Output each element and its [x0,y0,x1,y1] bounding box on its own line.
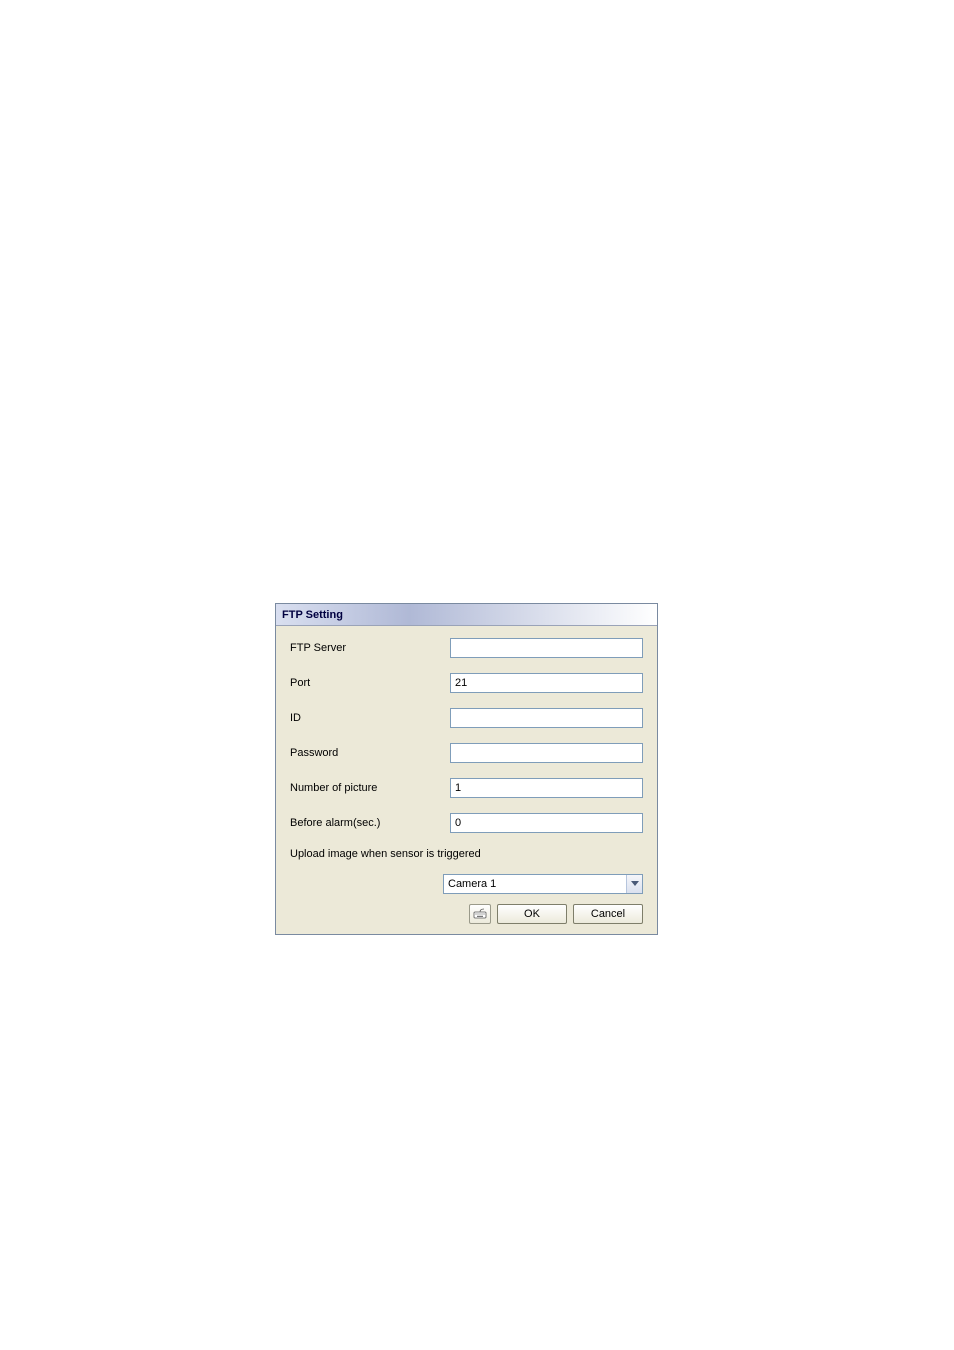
dialog-title: FTP Setting [282,609,343,621]
dialog-button-row: OK Cancel [290,904,643,924]
password-row: Password [290,743,643,763]
keyboard-icon [473,907,487,922]
camera-select-value: Camera 1 [444,878,626,890]
camera-select[interactable]: Camera 1 [443,874,643,894]
id-label: ID [290,712,450,724]
chevron-down-icon [626,875,642,893]
port-row: Port [290,673,643,693]
number-of-picture-input[interactable] [450,778,643,798]
ftp-setting-dialog: FTP Setting FTP Server Port ID Password … [275,603,658,935]
ftp-server-row: FTP Server [290,638,643,658]
port-label: Port [290,677,450,689]
before-alarm-label: Before alarm(sec.) [290,817,450,829]
upload-image-label: Upload image when sensor is triggered [290,848,643,860]
id-row: ID [290,708,643,728]
port-input[interactable] [450,673,643,693]
dialog-titlebar: FTP Setting [276,604,657,626]
number-of-picture-label: Number of picture [290,782,450,794]
password-label: Password [290,747,450,759]
keyboard-button[interactable] [469,904,491,924]
number-of-picture-row: Number of picture [290,778,643,798]
before-alarm-row: Before alarm(sec.) [290,813,643,833]
dialog-content: FTP Server Port ID Password Number of pi… [276,626,657,934]
ftp-server-label: FTP Server [290,642,450,654]
before-alarm-input[interactable] [450,813,643,833]
password-input[interactable] [450,743,643,763]
cancel-button[interactable]: Cancel [573,904,643,924]
ftp-server-input[interactable] [450,638,643,658]
camera-select-row: Camera 1 [290,874,643,894]
ok-button[interactable]: OK [497,904,567,924]
id-input[interactable] [450,708,643,728]
